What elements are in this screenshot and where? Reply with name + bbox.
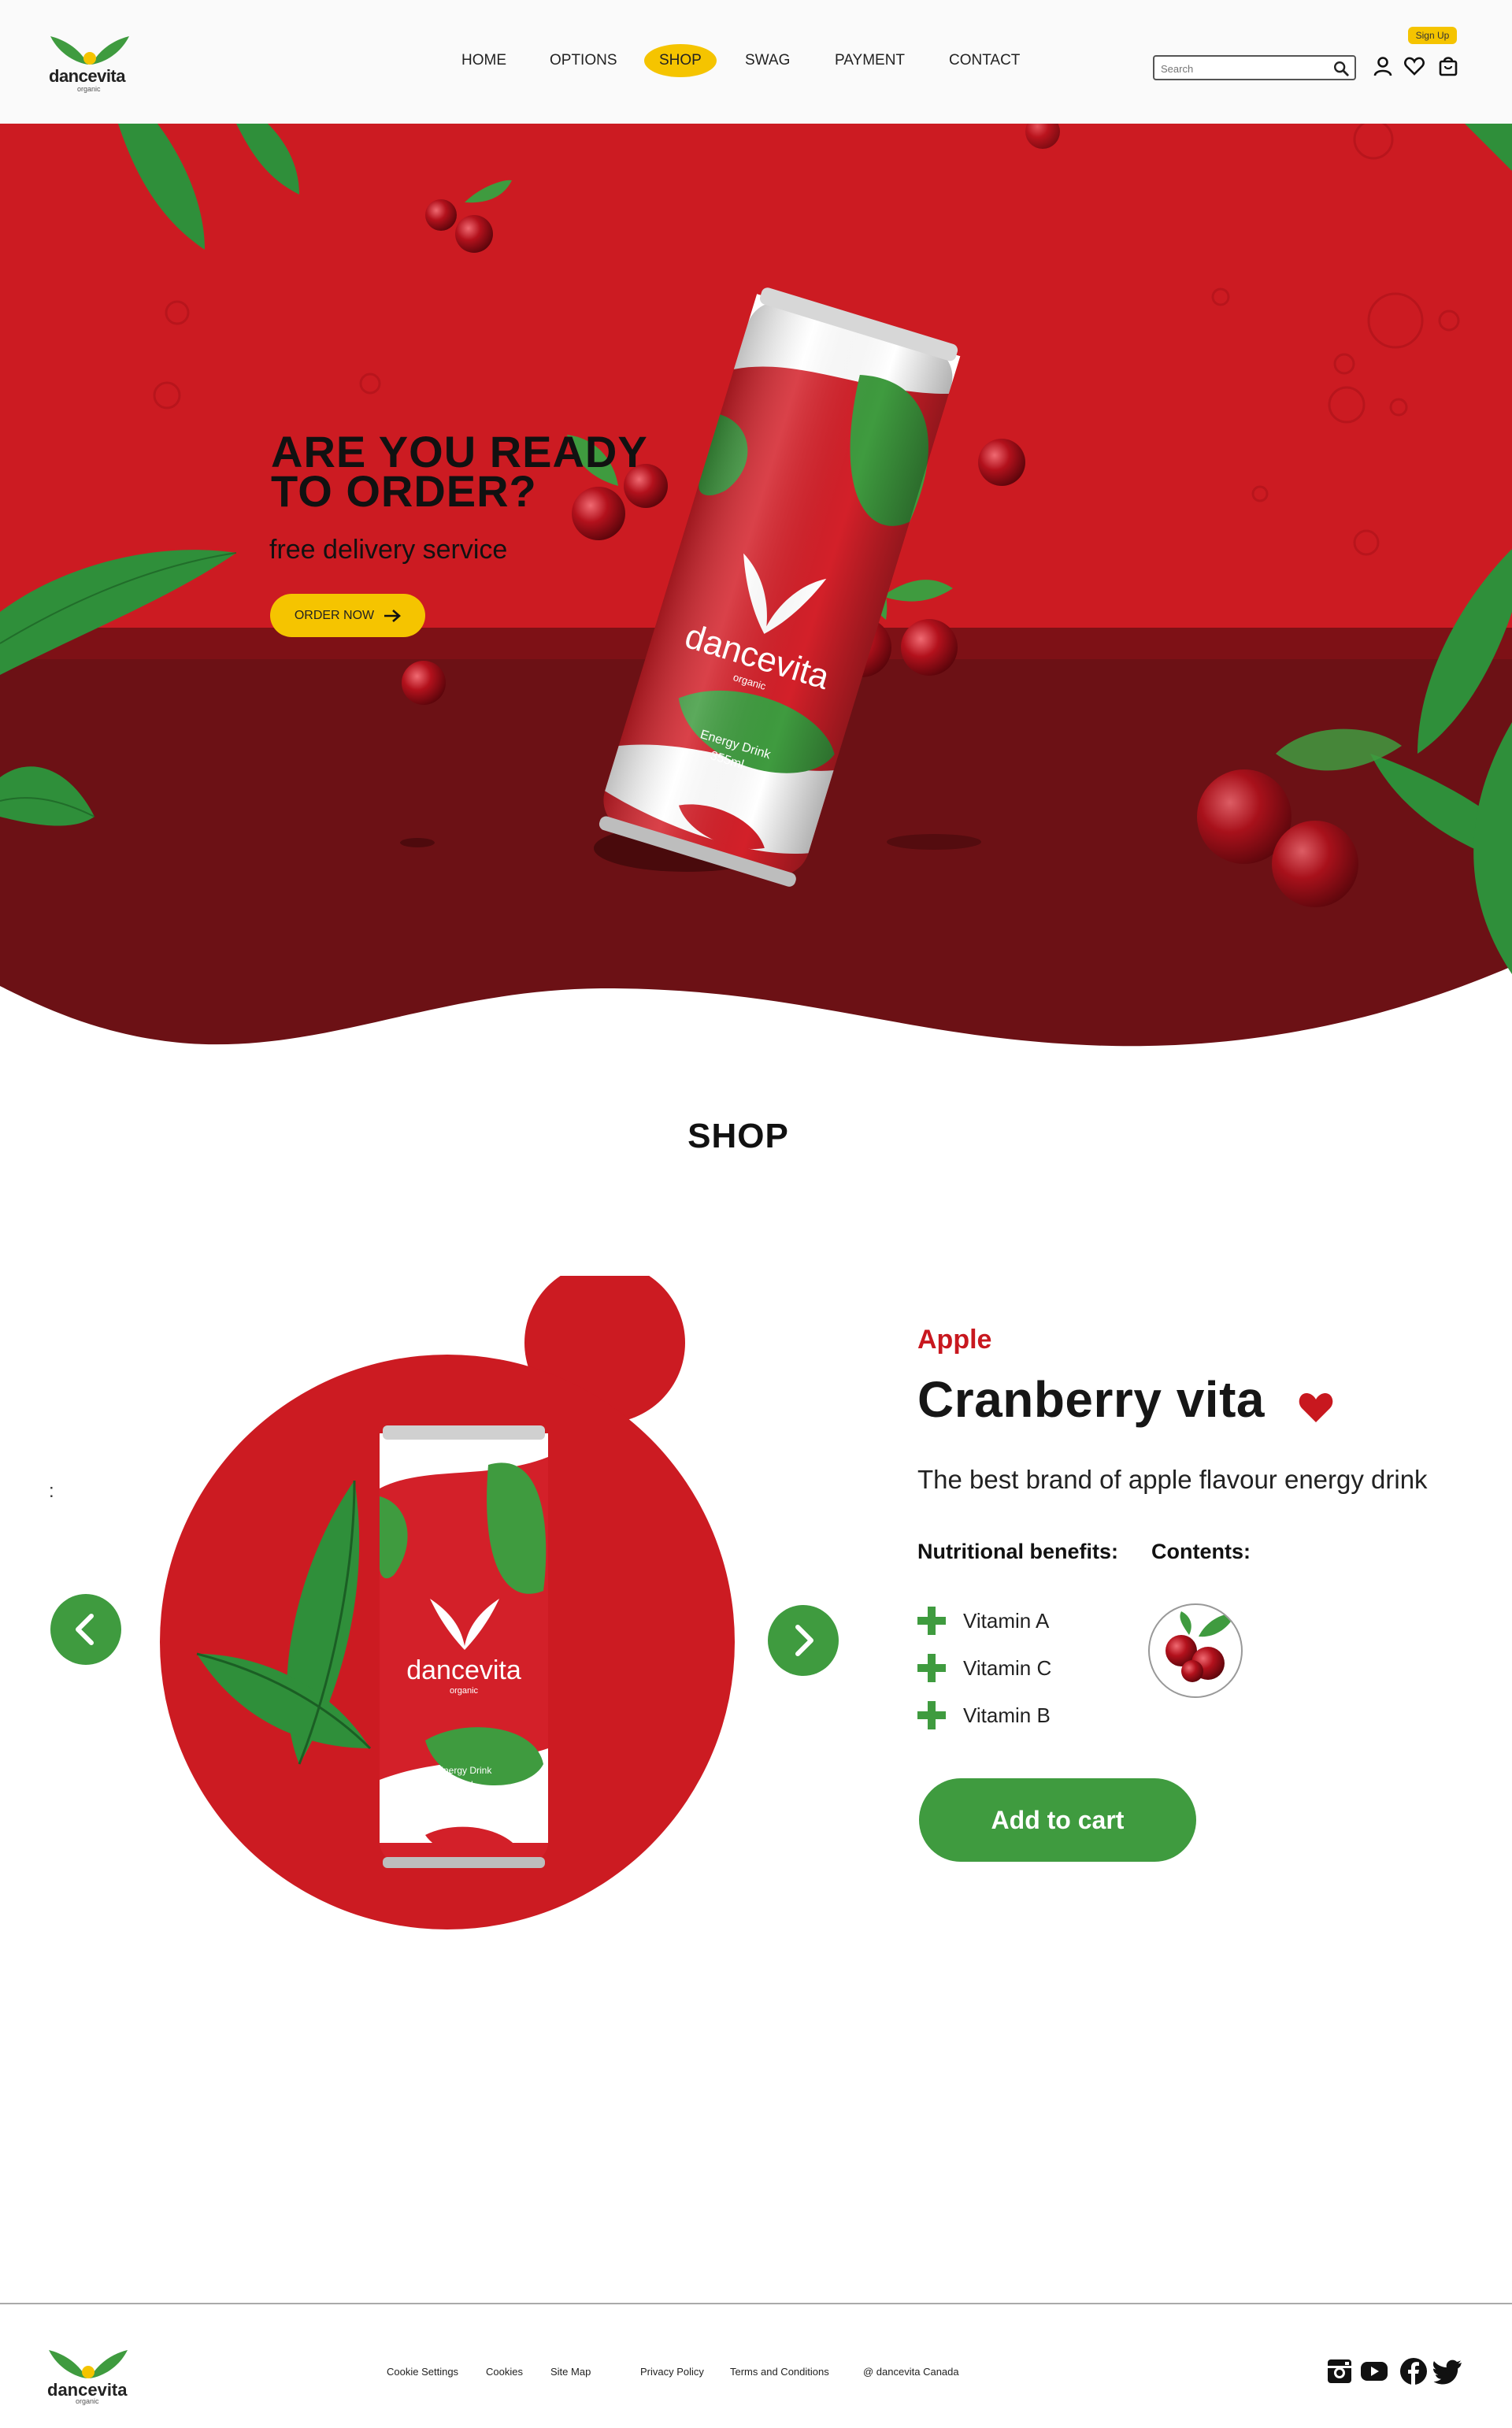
arrow-right-icon [384, 609, 402, 622]
shop-heading: SHOP [687, 1117, 789, 1155]
brand-logo[interactable]: dancevita organic [47, 32, 134, 93]
product-can-volume: 355ml [447, 1779, 473, 1790]
logo-leaf-icon [49, 2350, 128, 2378]
product-description: The best brand of apple flavour energy d… [917, 1465, 1428, 1494]
footer-logo-subtitle: organic [76, 2397, 99, 2405]
chevron-right-icon [795, 1625, 813, 1656]
product-category: Apple [917, 1325, 992, 1355]
footer-link-terms[interactable]: Terms and Conditions [730, 2366, 829, 2378]
benefit-label: Vitamin C [963, 1655, 1052, 1680]
twitter-icon[interactable] [1433, 2356, 1463, 2386]
chevron-left-icon [76, 1614, 94, 1645]
benefit-item: Vitamin A [917, 1605, 1049, 1637]
site-header: dancevita organic HOME OPTIONS SHOP SWAG… [0, 0, 1512, 124]
footer-link-site-map[interactable]: Site Map [550, 2366, 591, 2378]
plus-icon [917, 1654, 946, 1682]
cranberry-icon [1166, 1611, 1236, 1682]
nav-home[interactable]: HOME [461, 49, 506, 72]
hero-title-line2: TO ORDER? [271, 466, 537, 516]
user-icon[interactable] [1372, 55, 1394, 77]
product-can-label: Energy Drink [437, 1765, 492, 1776]
plus-icon [917, 1701, 946, 1729]
heart-icon[interactable] [1403, 55, 1425, 77]
benefit-item: Vitamin C [917, 1652, 1051, 1684]
plus-icon [917, 1607, 946, 1635]
search-icon[interactable] [1332, 60, 1350, 77]
order-now-label: ORDER NOW [294, 608, 375, 622]
footer-link-cookies[interactable]: Cookies [486, 2366, 523, 2378]
logo-leaf-icon [50, 36, 129, 65]
contents-heading: Contents: [1151, 1540, 1251, 1563]
youtube-icon[interactable] [1359, 2356, 1389, 2386]
search-input[interactable] [1161, 61, 1326, 76]
carousel-next-button[interactable] [768, 1605, 839, 1676]
nav-shop[interactable]: SHOP [659, 49, 702, 72]
nav-swag[interactable]: SWAG [745, 49, 790, 72]
footer-divider [0, 2303, 1512, 2304]
footer-link-cookie-settings[interactable]: Cookie Settings [387, 2366, 458, 2378]
cart-icon[interactable] [1437, 55, 1459, 77]
benefits-heading: Nutritional benefits: [917, 1540, 1118, 1563]
contents-cranberry-image [1148, 1603, 1243, 1698]
footer-link-copyright[interactable]: @ dancevita Canada [863, 2366, 959, 2378]
product-can-sub: organic [450, 1686, 479, 1696]
product-name: Cranberry vita [917, 1371, 1265, 1428]
favorite-heart-icon[interactable] [1298, 1391, 1334, 1424]
footer-link-privacy-policy[interactable]: Privacy Policy [640, 2366, 704, 2378]
hero-title: ARE YOU READY TO ORDER? [271, 430, 680, 513]
carousel-prev-button[interactable] [50, 1594, 121, 1665]
benefit-item: Vitamin B [917, 1700, 1051, 1731]
logo-wordmark: dancevita [49, 66, 126, 86]
search-box [1153, 55, 1356, 80]
instagram-icon[interactable] [1325, 2356, 1354, 2386]
hero-background: dancevita organic Energy Drink 355ml [0, 124, 1512, 1047]
logo-subtitle: organic [77, 85, 101, 93]
benefit-label: Vitamin A [963, 1608, 1050, 1633]
facebook-icon[interactable] [1399, 2356, 1429, 2386]
footer-logo[interactable]: dancevita organic [46, 2345, 132, 2405]
add-to-cart-button[interactable]: Add to cart [919, 1778, 1196, 1862]
benefit-label: Vitamin B [963, 1703, 1051, 1727]
product-image: dancevita organic Energy Drink 355ml [160, 1276, 735, 1929]
nav-contact[interactable]: CONTACT [949, 49, 1020, 72]
hero-subtitle: free delivery service [269, 535, 508, 565]
product-can-brand: dancevita [406, 1655, 521, 1685]
order-now-button[interactable]: ORDER NOW [270, 594, 425, 637]
nav-options[interactable]: OPTIONS [550, 49, 617, 72]
signup-button[interactable]: Sign Up [1408, 27, 1457, 44]
nav-payment[interactable]: PAYMENT [835, 49, 905, 72]
hero-banner: dancevita organic Energy Drink 355ml ARE… [0, 124, 1512, 1055]
